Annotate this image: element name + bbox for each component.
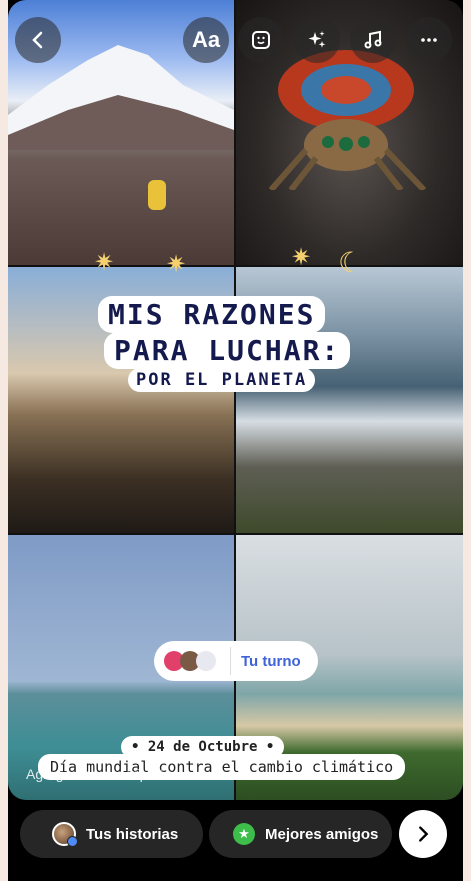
star-doodle-icon: ✷	[94, 249, 115, 276]
star-doodle-icon: ✷	[166, 251, 187, 278]
star-doodle-icon: ✷	[291, 244, 312, 271]
title-sticker[interactable]: MIS RAZONES PARA LUCHAR: POR EL PLANETA	[98, 296, 368, 396]
more-horizontal-icon	[421, 38, 437, 42]
your-stories-button[interactable]: Tus historias	[20, 810, 203, 858]
your-turn-sticker[interactable]: Tu turno	[154, 641, 318, 681]
title-line-3: POR EL PLANETA	[128, 368, 316, 392]
effects-button[interactable]	[294, 17, 340, 63]
your-turn-label: Tu turno	[241, 652, 301, 670]
caption-input[interactable]: Agrega una descripción...	[26, 766, 185, 782]
star-icon: ★	[233, 823, 255, 845]
title-line-1: MIS RAZONES	[98, 296, 326, 333]
close-friends-label: Mejores amigos	[265, 825, 379, 843]
sparkles-icon	[308, 31, 326, 48]
your-stories-label: Tus historias	[86, 825, 179, 843]
close-friends-button[interactable]: ★ Mejores amigos	[209, 810, 392, 858]
chevron-right-icon	[419, 826, 429, 842]
sticker-button[interactable]	[238, 17, 284, 63]
moon-doodle-icon: ☾	[338, 247, 364, 278]
music-button[interactable]	[350, 17, 396, 63]
back-button[interactable]	[15, 17, 61, 63]
title-line-2: PARA LUCHAR:	[104, 332, 351, 369]
avatar	[52, 822, 78, 847]
music-note-icon	[364, 30, 382, 49]
participant-avatars	[154, 651, 230, 671]
story-editor: ✷ ✷ ✷ ☾ MIS RAZONES PARA LUCHAR: POR EL …	[8, 0, 463, 881]
more-options-button[interactable]	[406, 17, 452, 63]
next-button[interactable]	[399, 810, 447, 858]
chevron-left-icon	[32, 31, 43, 49]
text-tool-button[interactable]: Aa	[183, 17, 229, 63]
avatar	[196, 651, 216, 671]
sticker-icon	[252, 31, 270, 49]
story-canvas[interactable]: ✷ ✷ ✷ ☾ MIS RAZONES PARA LUCHAR: POR EL …	[8, 0, 463, 800]
